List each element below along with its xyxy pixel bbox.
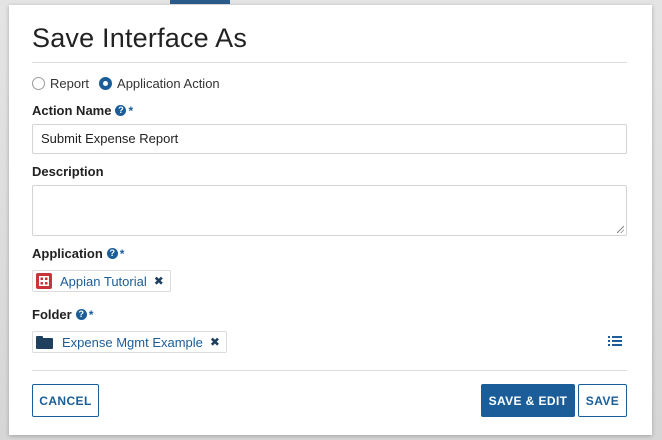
application-label: Application ? * — [32, 246, 124, 261]
application-token: Appian Tutorial ✖ — [32, 270, 171, 292]
dialog-title: Save Interface As — [32, 23, 248, 53]
folder-token-label[interactable]: Expense Mgmt Example — [62, 335, 203, 350]
footer-divider — [32, 370, 627, 371]
textarea-resize-handle[interactable] — [617, 226, 624, 233]
folder-icon — [36, 335, 53, 349]
folder-required-marker: * — [88, 307, 94, 322]
application-action-radio-label[interactable]: Application Action — [117, 76, 220, 91]
description-label-text: Description — [32, 164, 104, 179]
application-required-marker: * — [119, 246, 125, 261]
action-name-label: Action Name ? * — [32, 103, 133, 118]
folder-help-icon[interactable]: ? — [75, 309, 87, 320]
report-radio[interactable] — [32, 77, 45, 90]
cancel-button[interactable]: CANCEL — [32, 384, 99, 417]
report-radio-label[interactable]: Report — [50, 76, 89, 91]
folder-token: Expense Mgmt Example ✖ — [32, 331, 227, 353]
description-label: Description — [32, 164, 104, 179]
folder-label-text: Folder — [32, 307, 72, 322]
folder-remove-icon[interactable]: ✖ — [210, 336, 220, 348]
application-token-label[interactable]: Appian Tutorial — [60, 274, 147, 289]
application-action-radio[interactable] — [99, 77, 113, 90]
application-remove-icon[interactable]: ✖ — [154, 275, 164, 287]
save-type-radio-group: Report Application Action — [32, 76, 230, 91]
action-name-input[interactable]: Submit Expense Report — [32, 124, 627, 154]
save-and-edit-button[interactable]: SAVE & EDIT — [481, 384, 575, 417]
action-name-help-icon[interactable]: ? — [115, 105, 127, 116]
application-label-text: Application — [32, 246, 103, 261]
folder-label: Folder ? * — [32, 307, 93, 322]
application-grid-icon — [36, 273, 52, 289]
title-divider — [32, 62, 627, 63]
save-interface-dialog: Save Interface As Report Application Act… — [9, 5, 652, 435]
action-name-label-text: Action Name — [32, 103, 112, 118]
action-name-required-marker: * — [128, 103, 134, 118]
save-button[interactable]: SAVE — [578, 384, 627, 417]
folder-browse-list-icon[interactable] — [608, 336, 622, 347]
application-help-icon[interactable]: ? — [106, 248, 118, 259]
description-textarea[interactable] — [32, 185, 627, 236]
background-accent-bar — [170, 0, 230, 4]
action-name-value: Submit Expense Report — [41, 131, 179, 146]
